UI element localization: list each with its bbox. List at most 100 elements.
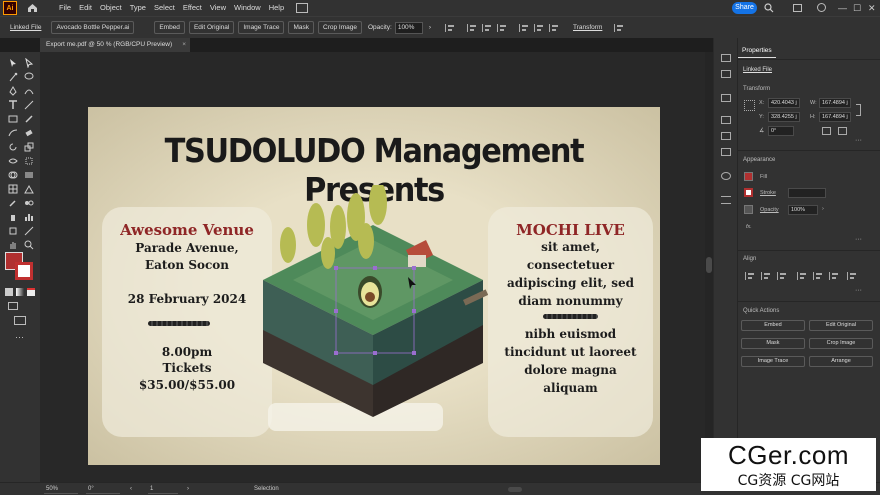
constrain-proportions-icon[interactable] [856, 104, 861, 116]
stroke-swatch[interactable] [15, 262, 33, 280]
eraser-tool-icon[interactable] [24, 128, 34, 138]
align-to-icon[interactable] [445, 23, 455, 32]
workspace-icon[interactable] [296, 3, 309, 13]
crop-image-button[interactable]: Crop Image [318, 21, 362, 34]
menu-edit[interactable]: Edit [75, 0, 96, 16]
line-tool-icon[interactable] [24, 100, 34, 110]
transform-link[interactable]: Transform [573, 24, 602, 31]
blend-tool-icon[interactable] [24, 198, 34, 208]
qa-embed-button[interactable]: Embed [741, 320, 805, 331]
edit-original-button[interactable]: Edit Original [188, 21, 235, 34]
grid-panel-icon[interactable] [721, 116, 731, 124]
align-vcenter-icon[interactable] [534, 23, 544, 32]
screen-mode-icon[interactable] [14, 316, 26, 325]
draw-mode-icon[interactable] [8, 302, 18, 310]
opacity-label[interactable]: Opacity [760, 207, 779, 213]
mesh-tool-icon[interactable] [8, 184, 18, 194]
layers-panel-icon[interactable] [721, 54, 731, 62]
isolate-icon[interactable] [614, 23, 624, 32]
eyedropper-tool-icon[interactable] [8, 198, 18, 208]
properties-tab[interactable]: Properties [738, 44, 776, 58]
chevron-right-icon[interactable]: › [429, 24, 431, 31]
more-tools-icon[interactable]: ··· [15, 332, 24, 342]
align-right-icon[interactable] [497, 23, 507, 32]
menu-view[interactable]: View [206, 0, 230, 16]
effects-fx-icon[interactable]: fx. [746, 224, 752, 230]
more-options-icon[interactable]: ··· [855, 236, 862, 243]
align-vcenter-icon[interactable] [813, 272, 823, 280]
pen-tool-icon[interactable] [8, 86, 18, 96]
paintbrush-tool-icon[interactable] [24, 114, 34, 124]
align-right-icon[interactable] [777, 272, 787, 280]
menu-window[interactable]: Window [230, 0, 265, 16]
mask-button[interactable]: Mask [288, 21, 315, 34]
settings-icon[interactable] [817, 3, 826, 12]
gradient-mode-icon[interactable] [16, 288, 24, 296]
w-field[interactable]: 167.4894 j [819, 98, 851, 108]
slice-tool-icon[interactable] [24, 226, 34, 236]
qa-image-trace-button[interactable]: Image Trace [741, 356, 805, 367]
width-tool-icon[interactable] [8, 156, 18, 166]
close-window-button[interactable]: ✕ [868, 0, 876, 16]
reference-point-icon[interactable] [744, 100, 755, 111]
search-icon[interactable] [764, 3, 774, 15]
shape-builder-tool-icon[interactable] [8, 170, 18, 180]
align-top-icon[interactable] [797, 272, 807, 280]
stroke-color-swatch[interactable] [744, 188, 753, 197]
close-tab-icon[interactable]: × [182, 38, 186, 52]
opacity-chevron-icon[interactable]: › [822, 206, 824, 212]
artboard-tool-icon[interactable] [8, 226, 18, 236]
zoom-tool-icon[interactable] [24, 240, 34, 250]
direct-selection-tool-icon[interactable] [24, 57, 34, 69]
qa-edit-original-button[interactable]: Edit Original [809, 320, 873, 331]
align-hcenter-icon[interactable] [761, 272, 771, 280]
stroke-label[interactable]: Stroke [760, 190, 776, 196]
arrange-docs-icon[interactable] [793, 4, 802, 12]
menu-object[interactable]: Object [96, 0, 126, 16]
none-mode-icon[interactable] [27, 288, 35, 296]
document-tab[interactable]: Export me.pdf @ 50 % (RGB/CPU Preview) × [40, 38, 190, 52]
perspective-grid-tool-icon[interactable] [24, 184, 34, 194]
opacity-field[interactable]: 100% [788, 205, 818, 215]
minimize-button[interactable]: — [838, 0, 847, 16]
artboard[interactable]: TSUDOLUDO Management Presents Awesome Ve… [88, 107, 660, 465]
libraries-panel-icon[interactable] [721, 70, 731, 78]
menu-type[interactable]: Type [126, 0, 150, 16]
curvature-tool-icon[interactable] [24, 86, 34, 96]
rotate-tool-icon[interactable] [8, 142, 18, 152]
scrollbar-thumb[interactable] [706, 257, 712, 273]
next-artboard-icon[interactable]: › [185, 485, 199, 494]
artboard-field[interactable]: 1 [148, 485, 178, 494]
align-left-icon[interactable] [467, 23, 477, 32]
align-bottom-icon[interactable] [829, 272, 839, 280]
opacity-field[interactable]: 100% [394, 21, 423, 34]
menu-panel-icon[interactable] [721, 196, 731, 204]
menu-select[interactable]: Select [150, 0, 179, 16]
prev-artboard-icon[interactable]: ‹ [128, 485, 142, 494]
scale-tool-icon[interactable] [24, 142, 34, 152]
transform-panel-icon[interactable] [721, 132, 731, 140]
stroke-weight-field[interactable] [788, 188, 826, 198]
maximize-button[interactable]: ☐ [853, 0, 861, 16]
h-field[interactable]: 167.4894 j [819, 112, 851, 122]
magic-wand-tool-icon[interactable] [8, 72, 18, 82]
lasso-tool-icon[interactable] [24, 72, 34, 82]
horizontal-scrollbar-thumb[interactable] [508, 487, 522, 492]
appearance-panel-icon[interactable] [721, 172, 731, 180]
file-name-button[interactable]: Avocado Bottle Pepper.ai [51, 21, 135, 34]
free-transform-tool-icon[interactable] [24, 156, 34, 166]
qa-arrange-button[interactable]: Arrange [809, 356, 873, 367]
image-trace-button[interactable]: Image Trace [238, 21, 285, 34]
shaper-tool-icon[interactable] [8, 128, 18, 138]
symbol-sprayer-tool-icon[interactable] [8, 212, 18, 222]
selection-tool-icon[interactable] [8, 58, 18, 68]
column-graph-tool-icon[interactable] [24, 212, 34, 222]
home-icon[interactable] [25, 1, 39, 15]
swatches-panel-icon[interactable] [721, 148, 731, 156]
color-mode-icon[interactable] [5, 288, 13, 296]
flip-horizontal-icon[interactable] [822, 127, 831, 135]
gradient-tool-icon[interactable] [24, 170, 34, 180]
share-button[interactable]: Share [732, 2, 757, 14]
canvas-area[interactable]: TSUDOLUDO Management Presents Awesome Ve… [40, 52, 705, 482]
y-field[interactable]: 328.4255 j [768, 112, 800, 122]
